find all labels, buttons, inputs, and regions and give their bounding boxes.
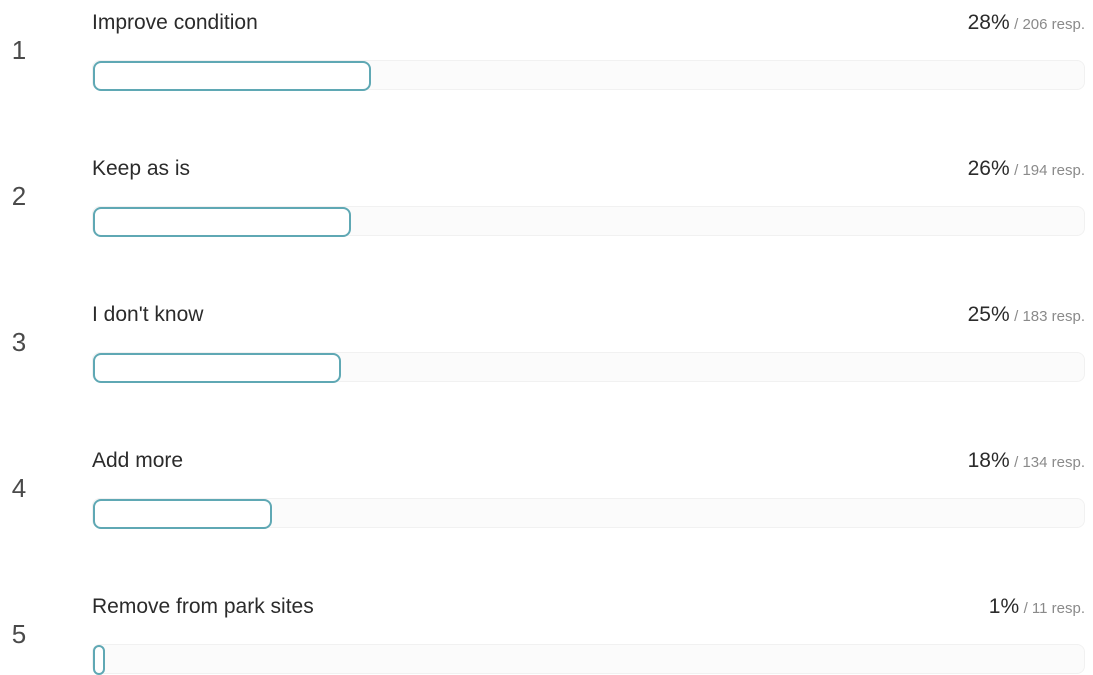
row-label: I don't know xyxy=(92,303,204,326)
row-value: 28% / 206 resp. xyxy=(968,10,1085,38)
row-label: Keep as is xyxy=(92,157,191,180)
row-rank: 1 xyxy=(11,35,27,65)
bar xyxy=(93,207,352,237)
bar xyxy=(93,499,272,529)
row-rank: 5 xyxy=(11,619,27,649)
row-rank: 3 xyxy=(11,327,27,357)
row-percent: 26% xyxy=(967,157,1010,180)
bar xyxy=(93,353,342,383)
bar-track xyxy=(92,644,1085,675)
bar-track xyxy=(92,352,1085,383)
row-label: Add more xyxy=(92,449,184,472)
row-value: 26% / 194 resp. xyxy=(968,156,1085,184)
row-response-count: / 183 resp. xyxy=(1014,308,1085,325)
bar-track xyxy=(92,206,1085,237)
row-rank: 2 xyxy=(11,181,27,211)
row-value: 1% / 11 resp. xyxy=(989,594,1085,622)
row-value: 18% / 134 resp. xyxy=(968,448,1085,476)
row-response-count: / 194 resp. xyxy=(1014,162,1085,179)
row-percent: 28% xyxy=(967,11,1010,34)
row-percent: 18% xyxy=(967,449,1010,472)
row-response-count: / 134 resp. xyxy=(1014,454,1085,471)
row-value: 25% / 183 resp. xyxy=(968,302,1085,330)
row-percent: 1% xyxy=(988,595,1020,618)
row-percent: 25% xyxy=(967,303,1010,326)
bar xyxy=(93,645,105,675)
row-response-count: / 11 resp. xyxy=(1023,600,1085,617)
bar-track xyxy=(92,60,1085,91)
survey-results-chart: 1 Improve condition 28% / 206 resp. 2 Keep a… xyxy=(0,0,1093,675)
bar-track xyxy=(92,498,1085,529)
row-rank: 4 xyxy=(11,473,27,503)
row-label: Remove from park sites xyxy=(92,595,314,618)
bar xyxy=(93,61,372,91)
row-response-count: / 206 resp. xyxy=(1014,16,1085,33)
row-label: Improve condition xyxy=(92,11,258,34)
